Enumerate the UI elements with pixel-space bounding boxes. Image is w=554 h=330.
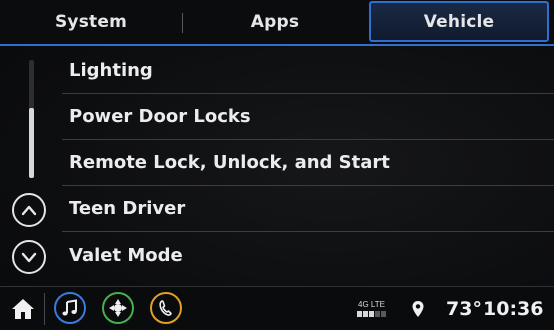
tab-apps[interactable]: Apps <box>184 0 366 44</box>
list-item-label: Remote Lock, Unlock, and Start <box>69 152 390 173</box>
scrollbar-thumb[interactable] <box>29 108 34 178</box>
chevron-up-icon <box>21 205 37 216</box>
phone-icon <box>159 300 172 316</box>
phone-button[interactable] <box>150 292 182 324</box>
list-item-label: Valet Mode <box>69 244 183 266</box>
list-item-power-door-locks[interactable]: Power Door Locks <box>62 94 554 140</box>
tab-underline <box>0 44 554 46</box>
list-item-label: Lighting <box>69 60 153 81</box>
tab-vehicle-label: Vehicle <box>423 11 495 32</box>
signal-status: 4G LTE <box>357 287 386 330</box>
signal-bar <box>369 311 374 317</box>
bottom-bar: 4G LTE 73° 10:36 <box>0 286 554 330</box>
home-button[interactable] <box>8 295 38 323</box>
tab-divider <box>182 13 183 33</box>
signal-bar <box>375 311 380 317</box>
tab-apps-label: Apps <box>250 12 300 32</box>
list-item-label: Teen Driver <box>69 198 186 219</box>
signal-strength-bars <box>357 311 386 317</box>
scrollbar[interactable] <box>29 60 34 178</box>
bottom-bar-divider <box>44 293 45 325</box>
navigation-button[interactable] <box>102 292 134 324</box>
vehicle-settings-list: Lighting Power Door Locks Remote Lock, U… <box>62 48 554 278</box>
audio-button[interactable] <box>54 292 86 324</box>
signal-bar <box>357 311 362 317</box>
tab-system[interactable]: System <box>0 0 182 44</box>
scroll-up-button[interactable] <box>12 193 46 227</box>
tab-vehicle[interactable]: Vehicle <box>369 1 549 42</box>
navigation-icon <box>109 299 127 317</box>
home-icon <box>12 299 34 319</box>
list-item-valet-mode[interactable]: Valet Mode <box>62 232 554 278</box>
tab-bar: System Apps Vehicle <box>0 0 554 46</box>
signal-bar <box>381 311 386 317</box>
network-type-label: 4G LTE <box>358 300 385 309</box>
list-item-teen-driver[interactable]: Teen Driver <box>62 186 554 232</box>
clock: 10:36 <box>483 298 544 320</box>
list-item-remote-lock-unlock-start[interactable]: Remote Lock, Unlock, and Start <box>62 140 554 186</box>
scroll-down-button[interactable] <box>12 240 46 274</box>
vehicle-settings-screen: System Apps Vehicle Lighting Power Door … <box>0 0 554 330</box>
outside-temperature: 73° <box>446 298 482 320</box>
tab-system-label: System <box>54 12 127 32</box>
location-status <box>411 287 425 330</box>
music-note-icon <box>62 299 77 316</box>
signal-bar <box>363 311 368 317</box>
location-pin-icon <box>412 301 424 317</box>
list-item-lighting[interactable]: Lighting <box>62 48 554 94</box>
chevron-down-icon <box>21 252 37 263</box>
list-item-label: Power Door Locks <box>69 106 251 127</box>
